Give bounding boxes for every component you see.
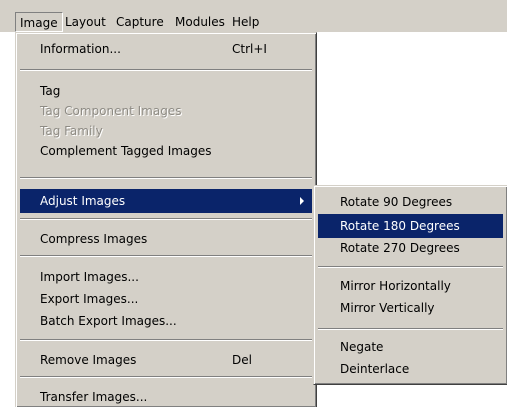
menu-item-label: Compress Images <box>40 232 148 246</box>
shortcut-label: Del <box>232 353 252 367</box>
menu-item-label: Tag Family <box>40 124 103 138</box>
menu-layout[interactable]: Layout <box>61 12 110 32</box>
submenu-item-rotate-180[interactable]: Rotate 180 Degrees <box>318 214 503 238</box>
menu-item-remove-images[interactable]: Remove Images Del <box>20 348 312 372</box>
submenu-item-negate[interactable]: Negate <box>318 335 503 359</box>
menu-item-label: Transfer Images... <box>40 390 148 404</box>
adjust-images-submenu: Rotate 90 Degrees Rotate 180 Degrees Rot… <box>313 185 507 385</box>
menu-separator <box>20 69 312 71</box>
menu-item-information[interactable]: Information... Ctrl+I <box>20 37 312 61</box>
menu-item-label: Export Images... <box>40 292 139 306</box>
submenu-arrow-icon <box>300 197 304 205</box>
menu-item-import-images[interactable]: Import Images... <box>20 265 312 289</box>
menu-image[interactable]: Image <box>15 12 63 32</box>
menu-separator <box>318 328 503 330</box>
menu-item-label: Rotate 90 Degrees <box>340 195 453 209</box>
menu-separator <box>20 376 312 378</box>
menu-separator <box>318 266 503 268</box>
shortcut-label: Ctrl+I <box>232 42 267 56</box>
submenu-item-rotate-270[interactable]: Rotate 270 Degrees <box>318 236 503 260</box>
menu-item-label: Deinterlace <box>340 362 410 376</box>
menu-item-label: Mirror Horizontally <box>340 279 451 293</box>
application-window: Image Layout Capture Modules Help Inform… <box>0 0 507 407</box>
menu-modules[interactable]: Modules <box>171 12 229 32</box>
menu-item-compress-images[interactable]: Compress Images <box>20 227 312 251</box>
menu-item-adjust-images[interactable]: Adjust Images <box>20 189 312 213</box>
menu-item-label: Rotate 180 Degrees <box>340 219 460 233</box>
menu-item-label: Tag <box>40 84 61 98</box>
image-menu-dropdown: Information... Ctrl+I Tag Tag Component … <box>15 32 317 407</box>
menu-item-label: Adjust Images <box>40 194 126 208</box>
menu-item-label: Complement Tagged Images <box>40 144 212 158</box>
menu-item-label: Batch Export Images... <box>40 314 177 328</box>
menu-item-label: Mirror Vertically <box>340 301 435 315</box>
menu-item-export-images[interactable]: Export Images... <box>20 287 312 311</box>
menu-separator <box>20 339 312 341</box>
menu-item-batch-export-images[interactable]: Batch Export Images... <box>20 309 312 333</box>
submenu-item-mirror-vertically[interactable]: Mirror Vertically <box>318 296 503 320</box>
menu-item-label: Tag Component Images <box>40 104 182 118</box>
menu-item-label: Remove Images <box>40 353 137 367</box>
menu-item-label: Information... <box>40 42 121 56</box>
menu-separator <box>20 218 312 220</box>
submenu-item-rotate-90[interactable]: Rotate 90 Degrees <box>318 190 503 214</box>
menu-capture[interactable]: Capture <box>112 12 168 32</box>
menu-item-complement-tagged-images[interactable]: Complement Tagged Images <box>20 139 312 163</box>
submenu-item-deinterlace[interactable]: Deinterlace <box>318 357 503 381</box>
menu-bar: Image Layout Capture Modules Help <box>0 0 507 32</box>
menu-separator <box>20 177 312 179</box>
menu-separator <box>20 255 312 257</box>
menu-item-label: Import Images... <box>40 270 139 284</box>
menu-item-label: Negate <box>340 340 384 354</box>
menu-item-transfer-images[interactable]: Transfer Images... <box>20 385 312 407</box>
menu-item-label: Rotate 270 Degrees <box>340 241 460 255</box>
menu-help[interactable]: Help <box>228 12 263 32</box>
submenu-item-mirror-horizontally[interactable]: Mirror Horizontally <box>318 274 503 298</box>
